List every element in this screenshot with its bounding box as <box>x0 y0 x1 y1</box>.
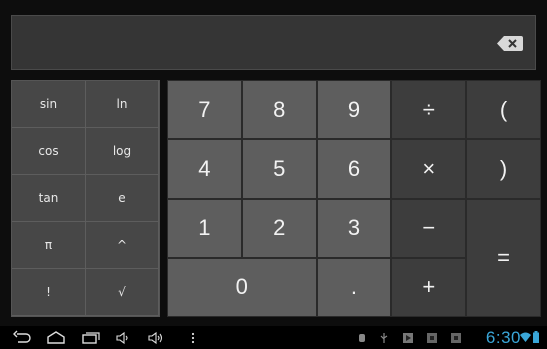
sin-key[interactable]: sin <box>12 81 86 128</box>
cos-key[interactable]: cos <box>12 128 86 175</box>
battery-icon <box>533 331 539 343</box>
ln-key[interactable]: ln <box>86 81 159 128</box>
status-clock: 6:30 <box>485 328 521 347</box>
digit-5-key[interactable]: 5 <box>241 139 317 199</box>
open-paren-key[interactable]: ( <box>466 80 541 140</box>
system-navigation-bar: 6:30 <box>0 326 547 349</box>
e-key[interactable]: e <box>86 175 159 222</box>
debug-icon <box>359 334 365 342</box>
notification-icon-2 <box>451 333 461 343</box>
divide-key[interactable]: ÷ <box>391 80 467 140</box>
sqrt-key[interactable]: √ <box>86 269 159 316</box>
digit-1-key[interactable]: 1 <box>167 198 242 258</box>
scientific-panel: sin ln cos log tan e π ^! √ <box>11 80 160 317</box>
plus-key[interactable]: + <box>391 257 467 317</box>
menu-icon[interactable] <box>190 330 196 346</box>
backspace-icon[interactable] <box>497 36 523 51</box>
digit-9-key[interactable]: 9 <box>316 80 392 140</box>
play-store-icon <box>403 333 413 343</box>
log-key[interactable]: log <box>86 128 159 175</box>
pi-key[interactable]: π <box>12 222 86 269</box>
minus-key[interactable]: − <box>391 198 467 258</box>
volume-up-icon[interactable] <box>147 330 165 346</box>
digit-2-key[interactable]: 2 <box>241 198 317 258</box>
power-key[interactable]: ^ <box>86 222 159 269</box>
digit-8-key[interactable]: 8 <box>241 80 317 140</box>
factorial-key[interactable]: ! <box>12 269 86 316</box>
recent-apps-icon[interactable] <box>81 330 101 346</box>
digit-6-key[interactable]: 6 <box>316 139 392 199</box>
digit-0-key[interactable]: 0 <box>167 257 317 317</box>
notification-icon <box>427 333 437 343</box>
keypad-panel: 7 8 9 ÷(4 5 6 ×) 1 2 3− = 0. + <box>167 80 541 317</box>
decimal-key[interactable]: . <box>316 257 392 317</box>
usb-icon <box>380 333 388 343</box>
digit-3-key[interactable]: 3 <box>316 198 392 258</box>
wifi-icon <box>520 332 531 342</box>
digit-7-key[interactable]: 7 <box>167 80 242 140</box>
equals-key[interactable]: = <box>466 198 541 317</box>
digit-4-key[interactable]: 4 <box>167 139 242 199</box>
multiply-key[interactable]: × <box>391 139 467 199</box>
volume-down-icon[interactable] <box>115 330 131 346</box>
expression-display[interactable] <box>11 15 536 70</box>
home-icon[interactable] <box>46 330 66 346</box>
close-paren-key[interactable]: ) <box>466 139 541 199</box>
tan-key[interactable]: tan <box>12 175 86 222</box>
back-icon[interactable] <box>12 330 32 346</box>
